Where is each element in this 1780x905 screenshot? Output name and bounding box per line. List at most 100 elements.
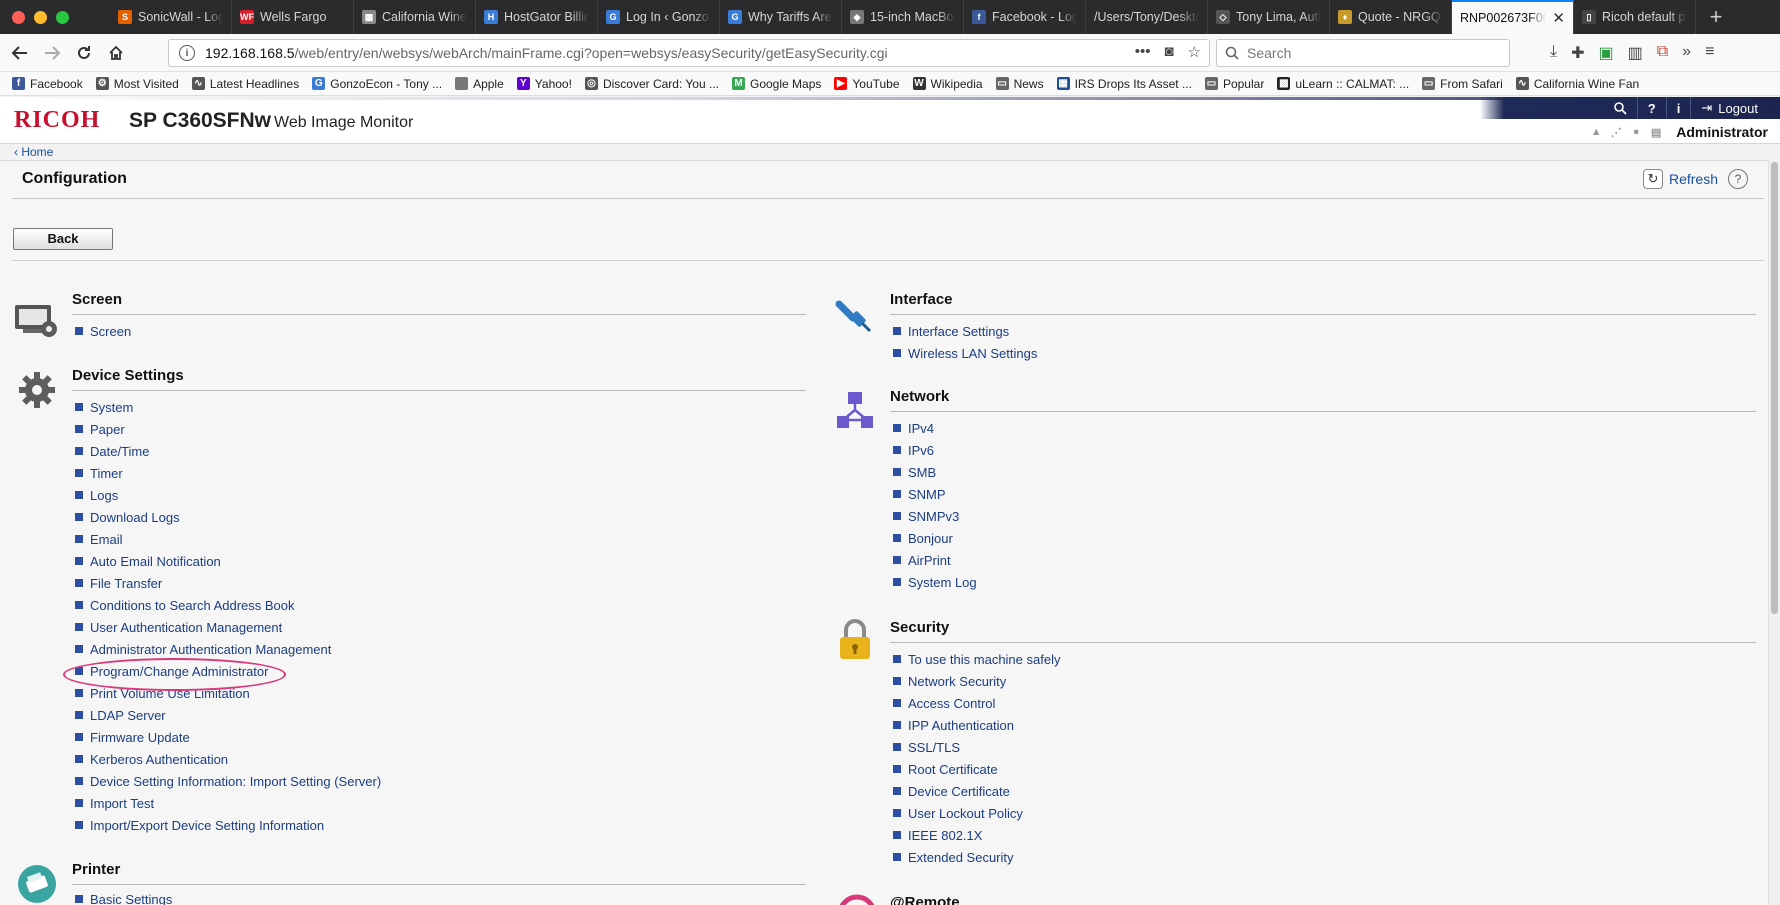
config-link[interactable]: AirPrint [893,549,977,571]
extensions-icon[interactable]: ✚ [1571,43,1584,63]
hamburger-menu-icon[interactable]: ≡ [1705,43,1714,63]
config-link[interactable]: Import/Export Device Setting Information [75,814,381,836]
browser-tab[interactable]: S SonicWall - Log [110,0,232,34]
browser-tab[interactable]: G Log In ‹ Gonzo [598,0,720,34]
browser-tab[interactable]: f Facebook - Log [964,0,1086,34]
browser-tab[interactable]: ▯ Ricoh default pa [1574,0,1696,34]
browser-tab[interactable]: RNP002673F00 ✕ [1452,0,1574,34]
bookmark-item[interactable]: ⚙ Most Visited [95,77,179,91]
bookmark-item[interactable]: ∿ California Wine Fan [1515,77,1639,91]
bookmark-star-icon[interactable]: ☆ [1188,43,1201,61]
config-link[interactable]: Bonjour [893,527,977,549]
config-link[interactable]: Import Test [75,792,381,814]
bookmark-item[interactable]: Y Yahoo! [516,77,572,91]
config-link[interactable]: Auto Email Notification [75,550,381,572]
overflow-chevron-icon[interactable]: » [1682,43,1691,63]
help-icon[interactable]: ? [1636,97,1666,119]
browser-tab[interactable]: H HostGator Billin [476,0,598,34]
config-link[interactable]: IPv6 [893,439,977,461]
config-link[interactable]: Network Security [893,670,1060,692]
config-link[interactable]: LDAP Server [75,704,381,726]
config-link[interactable]: Device Setting Information: Import Setti… [75,770,381,792]
config-link[interactable]: SSL/TLS [893,736,1060,758]
config-link[interactable]: SMB [893,461,977,483]
config-link[interactable]: Extended Security [893,846,1060,868]
config-link[interactable]: File Transfer [75,572,381,594]
config-link[interactable]: Timer [75,462,381,484]
bookmark-item[interactable]: ▩ uLearn :: CALMAT: ... [1277,77,1409,91]
info-icon[interactable]: i [1665,97,1691,119]
zoom-window-button[interactable] [56,10,69,24]
bookmark-item[interactable]: ▭ From Safari [1422,77,1503,91]
config-link[interactable]: To use this machine safely [893,648,1060,670]
address-bar[interactable]: i 192.168.168.5/web/entry/en/websys/webA… [168,39,1210,67]
browser-tab[interactable]: ▦ California Wine [354,0,476,34]
config-link[interactable]: Print Volume Use Limitation [75,682,381,704]
pocket-icon[interactable]: ◙ [1164,43,1173,61]
back-button[interactable]: Back [13,228,113,250]
config-link[interactable]: Email [75,528,381,550]
reload-icon[interactable] [68,38,100,68]
bookmark-item[interactable]: Apple [455,77,504,91]
library-icon[interactable]: ⤓ [1550,43,1557,63]
refresh-link[interactable]: Refresh [1669,171,1718,187]
config-link[interactable]: Wireless LAN Settings [893,342,1037,364]
config-link[interactable]: Screen [75,320,131,342]
config-link[interactable]: Interface Settings [893,320,1037,342]
config-link[interactable]: Kerberos Authentication [75,748,381,770]
bookmark-item[interactable]: ▦ IRS Drops Its Asset ... [1056,77,1192,91]
vertical-scrollbar[interactable] [1768,160,1780,905]
config-link[interactable]: User Lockout Policy [893,802,1060,824]
config-link[interactable]: Device Certificate [893,780,1060,802]
config-link[interactable]: Paper [75,418,381,440]
site-info-icon[interactable]: i [179,45,195,61]
back-arrow-icon[interactable] [4,38,36,68]
bookmark-item[interactable]: G GonzoEcon - Tony ... [312,77,442,91]
config-link[interactable]: Root Certificate [893,758,1060,780]
config-link[interactable]: Conditions to Search Address Book [75,594,381,616]
bookmark-item[interactable]: ▶ YouTube [834,77,900,91]
config-link[interactable]: IPv4 [893,417,977,439]
bookmark-item[interactable]: W Wikipedia [912,77,983,91]
home-link[interactable]: ‹ Home [14,145,53,159]
bookmark-item[interactable]: ∿ Latest Headlines [191,77,299,91]
bookmark-item[interactable]: f Facebook [12,77,83,91]
scrollbar-thumb[interactable] [1771,162,1778,614]
config-link[interactable]: Access Control [893,692,1060,714]
logout-button[interactable]: ⇥ Logout [1690,97,1768,119]
browser-tab[interactable]: /Users/Tony/Deskto [1086,0,1208,34]
pdf-extension-icon[interactable]: ⧉ [1657,43,1668,63]
config-link[interactable]: System [75,396,381,418]
bookmark-item[interactable]: ◎ Discover Card: You ... [584,77,719,91]
config-link[interactable]: System Log [893,571,977,593]
browser-tab[interactable]: WF Wells Fargo [232,0,354,34]
sidebar-icon[interactable]: ▥ [1628,43,1643,63]
config-link[interactable]: SNMP [893,483,977,505]
config-link[interactable]: Firmware Update [75,726,381,748]
config-link[interactable]: Date/Time [75,440,381,462]
minimize-window-button[interactable] [34,10,47,24]
browser-tab[interactable]: ◆ 15-inch MacBoo [842,0,964,34]
search-input[interactable]: Search [1216,39,1510,67]
bookmark-item[interactable]: ▭ Popular [1204,77,1264,91]
config-link[interactable]: IEEE 802.1X [893,824,1060,846]
config-link[interactable]: User Authentication Management [75,616,381,638]
forward-arrow-icon[interactable] [36,38,68,68]
close-tab-icon[interactable]: ✕ [1552,9,1565,27]
config-link[interactable]: Logs [75,484,381,506]
bookmark-item[interactable]: M Google Maps [732,77,821,91]
config-link[interactable]: Administrator Authentication Management [75,638,381,660]
config-link[interactable]: SNMPv3 [893,505,977,527]
config-link[interactable]: Basic Settings [75,888,172,905]
help-icon[interactable]: ? [1728,169,1748,189]
home-icon[interactable] [100,38,132,68]
browser-tab[interactable]: G Why Tariffs Are [720,0,842,34]
config-link[interactable]: Program/Change Administrator [75,660,381,682]
refresh-icon[interactable]: ↻ [1642,169,1663,189]
page-actions-icon[interactable]: ••• [1135,43,1151,61]
config-link[interactable]: Download Logs [75,506,381,528]
close-window-button[interactable] [12,10,25,24]
browser-tab[interactable]: ◇ Tony Lima, Auth [1208,0,1330,34]
config-link[interactable]: IPP Authentication [893,714,1060,736]
bookmark-item[interactable]: ▭ News [995,77,1044,91]
